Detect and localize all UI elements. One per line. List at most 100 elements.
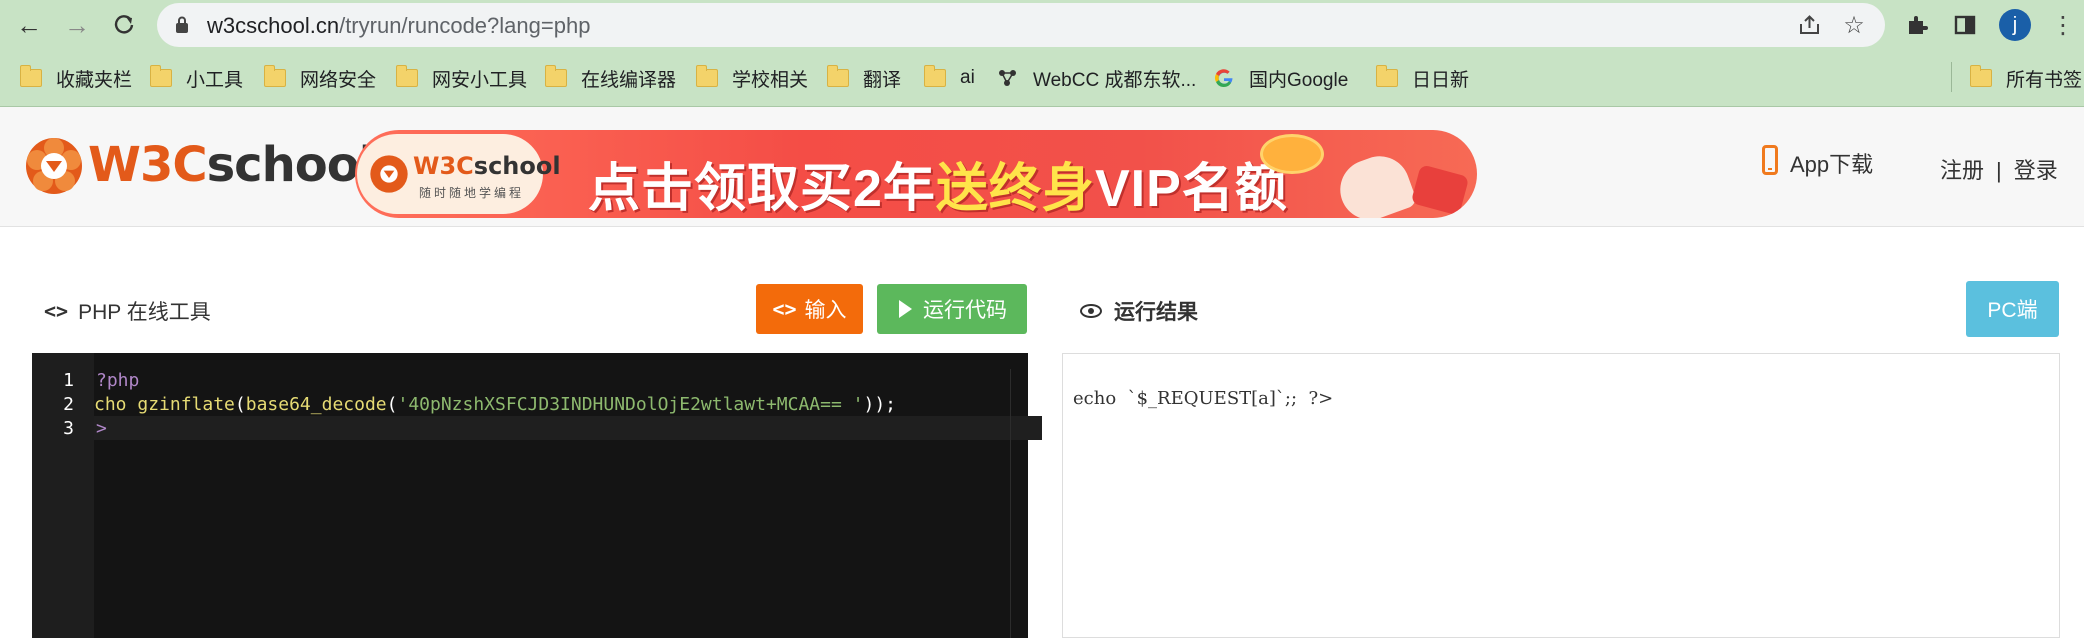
app-download-label: App下载 — [1790, 152, 1874, 177]
run-button-label: 运行代码 — [923, 299, 1007, 322]
address-bar[interactable]: w3cschool.cn/tryrun/runcode?lang=php ☆ — [157, 3, 1885, 47]
code-punct: )); — [863, 394, 896, 415]
result-output-panel: echo `$_REQUEST[a]`;; ?> — [1062, 353, 2060, 638]
code-function: base64_decode — [245, 394, 387, 415]
profile-avatar[interactable]: j — [1999, 9, 2031, 41]
banner-logo-icon — [370, 155, 408, 193]
bookmark-google[interactable]: 国内Google — [1213, 64, 1348, 92]
php-tool-title: <> PHP 在线工具 — [44, 296, 211, 326]
promo-banner[interactable]: W3Cschool 随时随地学编程 点击领取买2年送终身VIP名额 — [355, 130, 1477, 218]
sidepanel-icon[interactable] — [1952, 12, 1978, 38]
line-number: 1 — [63, 370, 74, 391]
banner-logo-w3: W3C — [413, 152, 474, 180]
folder-icon — [1376, 65, 1398, 87]
active-line-highlight — [94, 416, 1042, 440]
code-line[interactable]: > — [96, 418, 107, 439]
star-icon[interactable]: ☆ — [1841, 12, 1867, 39]
bookmark-folder[interactable]: 在线编译器 — [545, 64, 676, 92]
bookmarks-separator — [1951, 62, 1952, 92]
lock-icon[interactable] — [175, 16, 189, 34]
bookmark-folder[interactable]: 收藏夹栏 — [20, 64, 132, 92]
register-link[interactable]: 注册 — [1940, 158, 1984, 183]
bookmark-folder[interactable]: 翻译 — [827, 64, 901, 92]
result-output-text: echo `$_REQUEST[a]`;; ?> — [1073, 388, 1334, 409]
bookmarks-bar: 收藏夹栏 小工具 网络安全 网安小工具 在线编译器 学校相关 翻译 ai Web… — [0, 50, 2084, 107]
forward-icon[interactable]: → — [60, 8, 94, 42]
bookmark-label: ai — [960, 67, 975, 88]
banner-logo-pill: W3Cschool 随时随地学编程 — [357, 134, 561, 214]
line-number: 3 — [63, 418, 74, 439]
share-icon[interactable] — [1797, 12, 1823, 38]
code-function: gzinflate — [137, 394, 235, 415]
banner-headline: 点击领取买2年送终身VIP名额 — [588, 146, 1288, 218]
eye-icon — [1080, 304, 1102, 318]
bookmark-label: 翻译 — [863, 69, 902, 91]
browser-toolbar: ← → w3cschool.cn/tryrun/runcode?lang=php… — [0, 0, 2084, 50]
play-icon — [899, 300, 912, 318]
banner-coin-icon — [1260, 134, 1324, 174]
print-margin — [1010, 369, 1011, 638]
bookmark-folder[interactable]: ai — [924, 64, 975, 92]
pc-button[interactable]: PC端 — [1966, 281, 2059, 337]
code-icon: <> — [772, 297, 797, 321]
folder-icon — [827, 65, 849, 87]
logo-school: school — [206, 137, 376, 193]
site-logo-text[interactable]: W3Cschool — [88, 137, 376, 193]
all-bookmarks[interactable]: 所有书签 — [1970, 64, 2082, 92]
folder-icon — [150, 65, 172, 87]
banner-text-part1: 点击领取买2年 — [588, 160, 936, 218]
url-path: /tryrun/runcode?lang=php — [339, 13, 591, 38]
bookmark-folder[interactable]: 日日新 — [1376, 64, 1469, 92]
code-editor[interactable]: 1 2 3 ?php cho gzinflate(base64_decode('… — [32, 353, 1042, 638]
url-text[interactable]: w3cschool.cn/tryrun/runcode?lang=php — [207, 13, 590, 39]
folder-icon — [924, 65, 946, 87]
line-gutter: 1 2 3 — [32, 353, 94, 638]
url-host: w3cschool.cn — [207, 13, 340, 38]
bookmark-folder[interactable]: 小工具 — [150, 64, 243, 92]
tool-title-label: PHP 在线工具 — [78, 301, 211, 324]
bookmark-folder[interactable]: 学校相关 — [696, 64, 808, 92]
line-number: 2 — [63, 394, 74, 415]
code-punct: ( — [234, 394, 246, 415]
banner-logo-school: school — [473, 152, 561, 180]
code-punct: ( — [386, 394, 398, 415]
banner-text-part2: VIP名额 — [1094, 160, 1288, 218]
site-header: W3Cschool W3Cschool 随时随地学编程 点击领取买2年送终身VI… — [0, 107, 2084, 227]
w3cschool-logo-icon[interactable] — [24, 136, 84, 196]
banner-logo-name: W3Cschool — [413, 152, 561, 180]
folder-icon — [264, 65, 286, 87]
logo-w3: W3C — [88, 137, 208, 193]
input-button[interactable]: <> 输入 — [756, 284, 863, 334]
bookmark-folder[interactable]: 网安小工具 — [396, 64, 527, 92]
banner-hand-icon — [1331, 147, 1419, 218]
code-icon: <> — [44, 299, 69, 323]
code-string: '40pNzshXSFCJD3INDHUNDolOjE2wtlawt+MCAA=… — [397, 394, 864, 415]
bookmark-label: 日日新 — [1412, 69, 1470, 91]
extensions-icon[interactable] — [1904, 12, 1930, 38]
bookmark-label: 在线编译器 — [581, 69, 677, 91]
login-link[interactable]: 登录 — [2014, 158, 2058, 183]
back-icon[interactable]: ← — [12, 8, 46, 42]
bookmark-label: 收藏夹栏 — [56, 69, 133, 91]
banner-text-highlight: 送终身 — [935, 160, 1095, 218]
app-download-link[interactable]: App下载 — [1762, 145, 1874, 179]
reload-icon[interactable] — [107, 8, 141, 42]
code-line[interactable]: cho gzinflate(base64_decode('40pNzshXSFC… — [94, 394, 896, 415]
result-title-label: 运行结果 — [1114, 301, 1198, 324]
bookmark-label: 网安小工具 — [432, 69, 528, 91]
folder-icon — [696, 65, 718, 87]
code-keyword: cho — [94, 394, 127, 415]
bookmark-label: 所有书签 — [2006, 69, 2083, 91]
bookmark-label: 小工具 — [186, 69, 244, 91]
menu-icon[interactable]: ⋮ — [2050, 12, 2076, 39]
auth-separator: | — [1996, 158, 2002, 183]
bookmark-folder[interactable]: 网络安全 — [264, 64, 376, 92]
auth-links: 注册 | 登录 — [1940, 153, 2058, 185]
bookmark-label: WebCC 成都东软... — [1033, 69, 1197, 91]
code-line[interactable]: ?php — [96, 370, 139, 391]
phone-icon — [1762, 145, 1778, 175]
run-code-button[interactable]: 运行代码 — [877, 284, 1027, 334]
bookmark-label: 国内Google — [1249, 69, 1349, 91]
bookmark-webcc[interactable]: WebCC 成都东软... — [997, 64, 1196, 92]
google-icon — [1215, 69, 1233, 88]
